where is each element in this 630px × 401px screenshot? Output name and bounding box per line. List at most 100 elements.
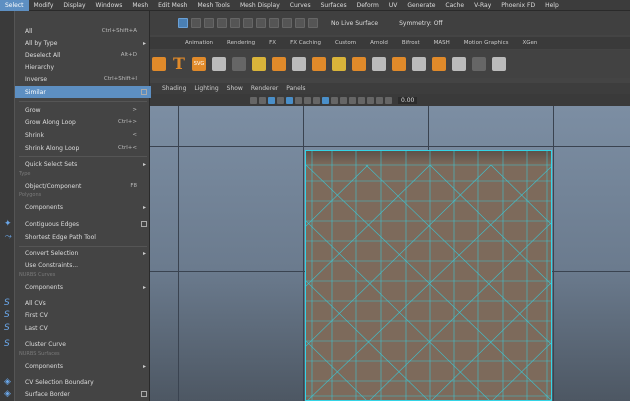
symmetry-dropdown[interactable]: Symmetry: Off (399, 20, 442, 27)
wireframe-on-shaded-icon[interactable] (286, 96, 293, 104)
tab-mash[interactable]: MASH (427, 40, 457, 46)
menu-modify[interactable]: Modify (29, 0, 59, 11)
render-icon[interactable] (256, 18, 266, 28)
menu-item-components-nurbs-curves[interactable]: Components ▸ (15, 281, 151, 293)
exposure-value[interactable]: 0.00 (398, 96, 418, 104)
donut-icon[interactable] (392, 57, 406, 71)
menu-item-deselect-all[interactable]: Deselect All Alt+D (15, 49, 151, 61)
snap-surface-icon[interactable] (243, 18, 253, 28)
menu-windows[interactable]: Windows (91, 0, 128, 11)
field-chart-icon[interactable] (367, 96, 374, 104)
gate-mask-icon[interactable] (358, 96, 365, 104)
lights-icon[interactable] (304, 96, 311, 104)
menu-item-cv-selection-boundary[interactable]: ◈ CV Selection Boundary (4, 376, 151, 388)
menu-panels[interactable]: Panels (282, 85, 309, 92)
tab-rendering[interactable]: Rendering (220, 40, 262, 46)
tab-animation[interactable]: Animation (178, 40, 220, 46)
tab-fx-caching[interactable]: FX Caching (283, 40, 328, 46)
menu-mesh-tools[interactable]: Mesh Tools (192, 0, 234, 11)
exposure-icon[interactable] (385, 96, 392, 104)
menu-item-last-cv[interactable]: S Last CV (4, 322, 151, 334)
xray-icon[interactable] (331, 96, 338, 104)
render-settings-icon[interactable] (282, 18, 292, 28)
hypershade-icon[interactable] (295, 18, 305, 28)
attribute-icon[interactable] (252, 57, 266, 71)
tab-motion-graphics[interactable]: Motion Graphics (457, 40, 516, 46)
text-tool-icon[interactable]: T (172, 56, 186, 72)
menu-vray[interactable]: V-Ray (469, 0, 496, 11)
svg-tool-icon[interactable]: SVG (192, 57, 206, 71)
textured-icon[interactable] (295, 96, 302, 104)
xray-joints-icon[interactable] (340, 96, 347, 104)
cube-icon[interactable] (312, 57, 326, 71)
menu-item-object-component[interactable]: Object/Component F8 (15, 180, 151, 192)
menu-item-quick-select-sets[interactable]: Quick Select Sets ▸ (15, 158, 151, 170)
menu-item-grow[interactable]: Grow > (15, 104, 151, 116)
menu-renderer[interactable]: Renderer (247, 85, 282, 92)
snap-point-icon[interactable] (217, 18, 227, 28)
menu-curves[interactable]: Curves (285, 0, 316, 11)
wireframe-icon[interactable] (268, 96, 275, 104)
menu-uv[interactable]: UV (384, 0, 403, 11)
menu-item-shrink[interactable]: Shrink < (15, 129, 151, 141)
menu-mesh[interactable]: Mesh (127, 0, 153, 11)
ipr-render-icon[interactable] (269, 18, 279, 28)
menu-deform[interactable]: Deform (352, 0, 384, 11)
grid-icon[interactable] (372, 57, 386, 71)
cylinder-icon[interactable] (332, 57, 346, 71)
tab-xgen[interactable]: XGen (515, 40, 544, 46)
tab-bifrost[interactable]: Bifrost (395, 40, 427, 46)
menu-item-all-cvs[interactable]: S All CVs (4, 297, 151, 309)
star-icon[interactable] (152, 57, 166, 71)
tab-custom[interactable]: Custom (328, 40, 363, 46)
menu-item-similar[interactable]: Similar (15, 86, 151, 98)
menu-shading[interactable]: Shading (158, 85, 190, 92)
smooth-shade-icon[interactable] (277, 96, 284, 104)
menu-item-cluster-curve[interactable]: S Cluster Curve (4, 338, 151, 350)
blocks-icon[interactable] (292, 57, 306, 71)
menu-item-components-polygons[interactable]: Components ▸ (15, 201, 151, 213)
menu-cache[interactable]: Cache (440, 0, 469, 11)
live-surface-field[interactable]: No Live Surface (331, 20, 378, 27)
menu-item-use-constraints[interactable]: Use Constraints... (15, 259, 151, 271)
select-mode-icon[interactable] (178, 18, 188, 28)
menu-display[interactable]: Display (58, 0, 90, 11)
plane-icon[interactable] (352, 57, 366, 71)
menu-help[interactable]: Help (540, 0, 564, 11)
transform-icon[interactable] (452, 57, 466, 71)
shelf-more-icon[interactable] (492, 57, 506, 71)
menu-item-components-nurbs-surfaces[interactable]: Components ▸ (15, 360, 151, 372)
viewport[interactable] (150, 106, 630, 401)
camera-icon[interactable] (250, 96, 257, 104)
menu-item-all-by-type[interactable]: All by Type ▸ (15, 37, 151, 49)
pivot-icon[interactable] (212, 57, 226, 71)
menu-item-all[interactable]: All Ctrl+Shift+A (15, 25, 151, 37)
menu-show[interactable]: Show (223, 85, 247, 92)
menu-mesh-display[interactable]: Mesh Display (235, 0, 285, 11)
uv-editor-icon[interactable] (308, 18, 318, 28)
menu-select[interactable]: Select (0, 0, 29, 11)
menu-item-contiguous-edges[interactable]: ✦ Contiguous Edges (4, 218, 151, 230)
cloner-icon[interactable] (432, 57, 446, 71)
isolate-icon[interactable] (322, 96, 329, 104)
resolution-gate-icon[interactable] (349, 96, 356, 104)
distribute-icon[interactable] (232, 57, 246, 71)
snap-grid-icon[interactable] (191, 18, 201, 28)
grid-toggle-icon[interactable] (259, 96, 266, 104)
menu-item-first-cv[interactable]: S First CV (4, 309, 151, 321)
tab-fx[interactable]: FX (262, 40, 283, 46)
curve-tool-icon[interactable] (472, 57, 486, 71)
snap-curve-icon[interactable] (204, 18, 214, 28)
menu-surfaces[interactable]: Surfaces (316, 0, 352, 11)
safe-action-icon[interactable] (376, 96, 383, 104)
menu-item-inverse[interactable]: Inverse Ctrl+Shift+I (15, 73, 151, 85)
menu-item-shortest-edge-path[interactable]: ⤳ Shortest Edge Path Tool (4, 231, 151, 243)
menu-lighting[interactable]: Lighting (190, 85, 222, 92)
selected-mesh-object[interactable] (305, 150, 552, 401)
menu-edit-mesh[interactable]: Edit Mesh (153, 0, 192, 11)
menu-item-shrink-along-loop[interactable]: Shrink Along Loop Ctrl+< (15, 142, 151, 154)
menu-generate[interactable]: Generate (402, 0, 440, 11)
menu-item-surface-border[interactable]: ◈ Surface Border (4, 388, 151, 400)
snap-view-icon[interactable] (230, 18, 240, 28)
sphere-icon[interactable] (272, 57, 286, 71)
